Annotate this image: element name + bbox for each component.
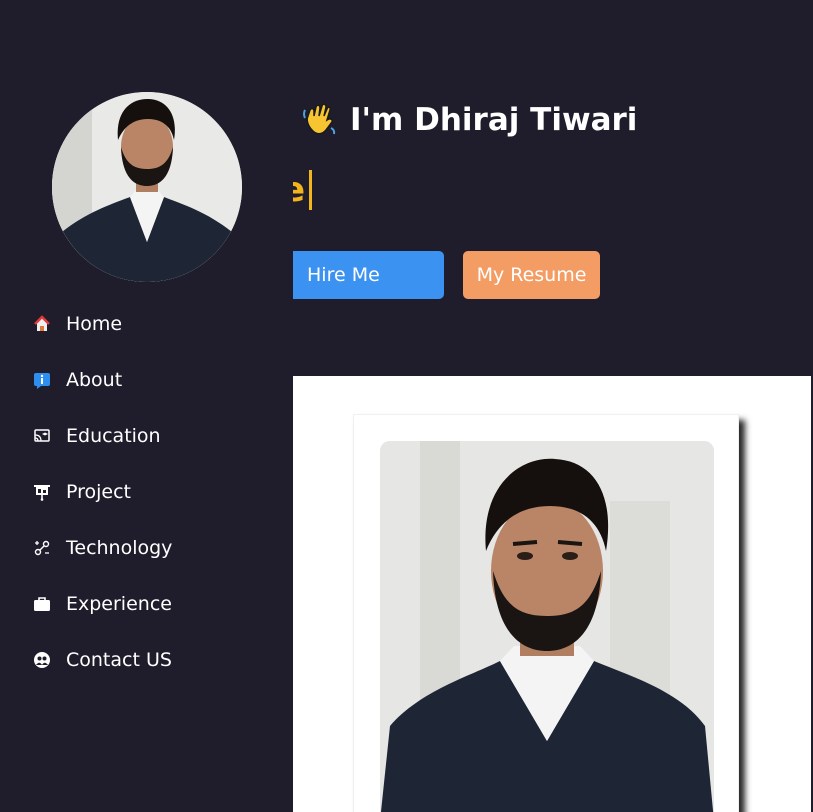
hero-heading: I'm Dhiraj Tiwari	[300, 100, 637, 140]
sidebar-item-label: Contact US	[66, 649, 172, 671]
profile-photo-large	[380, 441, 714, 812]
info-icon	[33, 371, 51, 389]
house-icon	[33, 315, 51, 333]
avatar	[52, 92, 242, 282]
sidebar-item-label: Experience	[66, 593, 172, 615]
tech-icon	[33, 539, 51, 557]
sidebar-item-label: Home	[66, 313, 123, 335]
greeting-text: I'm Dhiraj Tiwari	[350, 102, 638, 138]
hire-me-button[interactable]: Hire Me	[292, 251, 444, 299]
sidebar-item-label: About	[66, 369, 123, 391]
sidebar-item-label: Project	[66, 481, 132, 503]
waving-hand-icon	[303, 103, 336, 135]
typing-caret	[309, 170, 313, 210]
photo-section	[293, 376, 811, 812]
cast-education-icon	[33, 427, 51, 445]
sidebar-nav: Home About Education Project Technology	[0, 296, 293, 688]
photo-card	[353, 414, 739, 812]
sidebar-item-label: Technology	[66, 537, 173, 559]
briefcase-icon	[33, 595, 51, 613]
sidebar-item-contact[interactable]: Contact US	[0, 632, 293, 688]
sidebar-item-technology[interactable]: Technology	[0, 520, 293, 576]
my-resume-button[interactable]: My Resume	[463, 251, 600, 299]
contact-icon	[33, 651, 51, 669]
presentation-icon	[33, 483, 51, 501]
sidebar: Home About Education Project Technology	[0, 0, 293, 812]
sidebar-item-experience[interactable]: Experience	[0, 576, 293, 632]
sidebar-item-education[interactable]: Education	[0, 408, 293, 464]
sidebar-item-about[interactable]: About	[0, 352, 293, 408]
sidebar-item-label: Education	[66, 425, 161, 447]
sidebar-item-project[interactable]: Project	[0, 464, 293, 520]
sidebar-item-home[interactable]: Home	[0, 296, 293, 352]
